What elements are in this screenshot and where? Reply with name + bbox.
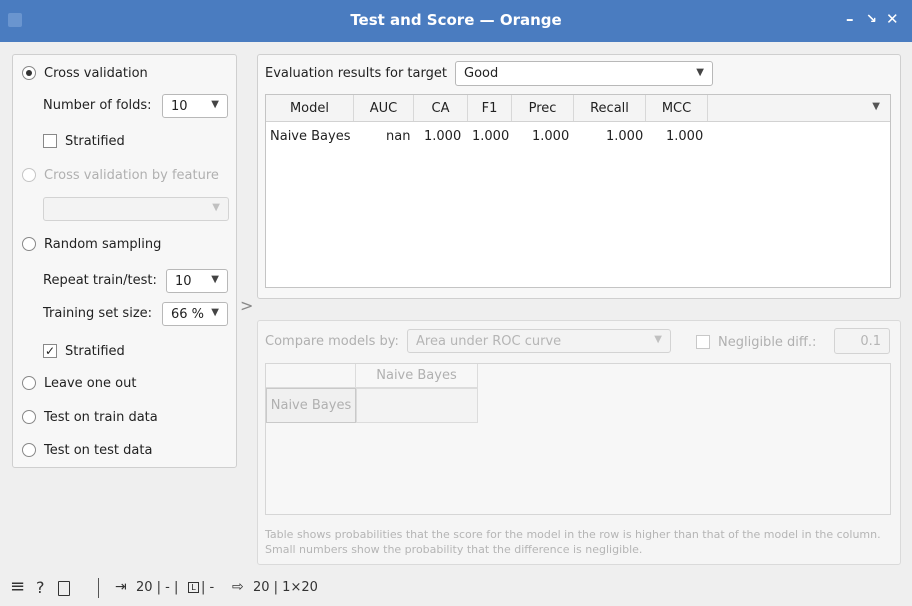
output-icon[interactable]: ⇨	[232, 579, 244, 595]
cell-mcc: 1.000	[666, 129, 704, 144]
negligible-value-input[interactable]: 0.1	[834, 328, 890, 354]
output-count: 20 | 1×20	[253, 580, 318, 595]
repeat-combo[interactable]: 10 ▼	[166, 269, 228, 293]
column-header-ca[interactable]: CA	[414, 95, 468, 121]
chevron-down-icon: ▼	[211, 307, 219, 318]
radio-indicator	[22, 168, 36, 182]
cell-prec: 1.000	[532, 129, 570, 144]
target-combo[interactable]: Good ▼	[455, 61, 713, 86]
repeat-label: Repeat train/test:	[43, 272, 157, 288]
chevron-right-icon[interactable]: >	[240, 296, 253, 315]
cross-validation-label: Cross validation	[44, 65, 148, 81]
test-on-train-radio[interactable]: Test on train data	[22, 407, 158, 427]
cell-recall: 1.000	[606, 129, 644, 144]
test-on-train-label: Test on train data	[44, 409, 158, 425]
checkbox-indicator: ✓	[43, 344, 57, 358]
cross-validation-radio[interactable]: Cross validation	[22, 63, 148, 83]
radio-indicator	[22, 443, 36, 457]
number-of-folds-label: Number of folds:	[43, 97, 152, 113]
column-header-recall[interactable]: Recall	[574, 95, 646, 121]
target-label: Evaluation results for target	[265, 65, 447, 81]
train-size-label: Training set size:	[43, 305, 153, 321]
radio-indicator	[22, 410, 36, 424]
column-header-f1[interactable]: F1	[468, 95, 512, 121]
compare-label: Compare models by:	[265, 333, 399, 349]
test-on-test-radio[interactable]: Test on test data	[22, 440, 152, 460]
input-icon[interactable]: ⇥	[115, 579, 127, 595]
chevron-down-icon: ▼	[211, 99, 219, 110]
stratified-cv-label: Stratified	[65, 133, 125, 149]
radio-indicator	[22, 66, 36, 80]
cv-by-feature-label: Cross validation by feature	[44, 167, 219, 183]
stratified-rs-label: Stratified	[65, 343, 125, 359]
menu-icon[interactable]: ≡	[10, 576, 25, 597]
radio-indicator	[22, 237, 36, 251]
title-bar: Test and Score — Orange – ↘ ✕	[0, 0, 912, 42]
chevron-down-icon: ▼	[212, 202, 220, 213]
comparison-cell	[356, 388, 478, 423]
column-header-prec[interactable]: Prec	[512, 95, 574, 121]
chevron-down-icon: ▼	[654, 334, 662, 345]
status-divider	[98, 578, 99, 598]
negligible-checkbox[interactable]: Negligible diff.:	[696, 332, 816, 352]
compare-metric-value: Area under ROC curve	[416, 333, 562, 349]
negligible-value: 0.1	[860, 333, 881, 349]
cell-f1: 1.000	[472, 129, 510, 144]
compare-metric-combo[interactable]: Area under ROC curve ▼	[407, 329, 671, 353]
restore-icon[interactable]: ↘	[866, 12, 877, 27]
cell-model: Naive Bayes	[270, 129, 351, 144]
stratified-cv-checkbox[interactable]: Stratified	[43, 131, 125, 151]
status-bar: ≡ ? ⇥ 20 | - | L | - ⇨ 20 | 1×20	[0, 570, 912, 606]
repeat-value: 10	[175, 273, 192, 289]
input-count: 20 | - |	[136, 580, 179, 595]
target-value: Good	[464, 66, 499, 81]
leave-one-out-label: Leave one out	[44, 375, 137, 391]
train-size-combo[interactable]: 66 % ▼	[162, 302, 228, 326]
footnote-line-1: Table shows probabilities that the score…	[265, 528, 881, 541]
help-icon[interactable]: ?	[36, 578, 45, 597]
data-table-icon: L	[188, 582, 199, 593]
leave-one-out-radio[interactable]: Leave one out	[22, 373, 136, 393]
radio-indicator	[22, 376, 36, 390]
chevron-down-icon: ▼	[211, 274, 219, 285]
table-header: Model AUC CA F1 Prec Recall MCC ▼	[266, 95, 890, 122]
comparison-table: Naive Bayes Naive Bayes	[265, 363, 891, 515]
column-header-auc[interactable]: AUC	[354, 95, 414, 121]
number-of-folds-combo[interactable]: 10 ▼	[162, 94, 228, 118]
footnote-line-2: Small numbers show the probability that …	[265, 543, 643, 556]
input-separator: | -	[201, 580, 215, 595]
comparison-row-header: Naive Bayes	[266, 388, 356, 423]
window-title: Test and Score — Orange	[350, 11, 562, 29]
random-sampling-label: Random sampling	[44, 236, 162, 252]
chevron-down-icon[interactable]: ▼	[872, 101, 880, 112]
checkbox-indicator	[43, 134, 57, 148]
stratified-rs-checkbox[interactable]: ✓ Stratified	[43, 341, 125, 361]
chevron-down-icon: ▼	[696, 67, 704, 78]
minimize-icon[interactable]: –	[846, 10, 854, 28]
column-header-model[interactable]: Model	[266, 95, 354, 121]
column-header-mcc[interactable]: MCC	[646, 95, 708, 121]
cell-auc: nan	[386, 129, 411, 144]
train-size-value: 66 %	[171, 306, 205, 322]
window: Test and Score — Orange – ↘ ✕ Cross vali…	[0, 0, 912, 606]
negligible-label: Negligible diff.:	[718, 334, 817, 350]
checkbox-indicator	[696, 335, 710, 349]
results-table: Model AUC CA F1 Prec Recall MCC ▼ Naive …	[265, 94, 891, 288]
close-icon[interactable]: ✕	[886, 10, 899, 28]
report-icon[interactable]	[58, 581, 70, 596]
cv-by-feature-radio[interactable]: Cross validation by feature	[22, 165, 219, 185]
cell-ca: 1.000	[424, 129, 462, 144]
number-of-folds-value: 10	[171, 98, 188, 114]
random-sampling-radio[interactable]: Random sampling	[22, 234, 161, 254]
comparison-column-header: Naive Bayes	[356, 364, 478, 388]
corner-cell	[266, 364, 356, 388]
test-on-test-label: Test on test data	[44, 442, 153, 458]
feature-combo[interactable]: ▼	[43, 197, 229, 221]
